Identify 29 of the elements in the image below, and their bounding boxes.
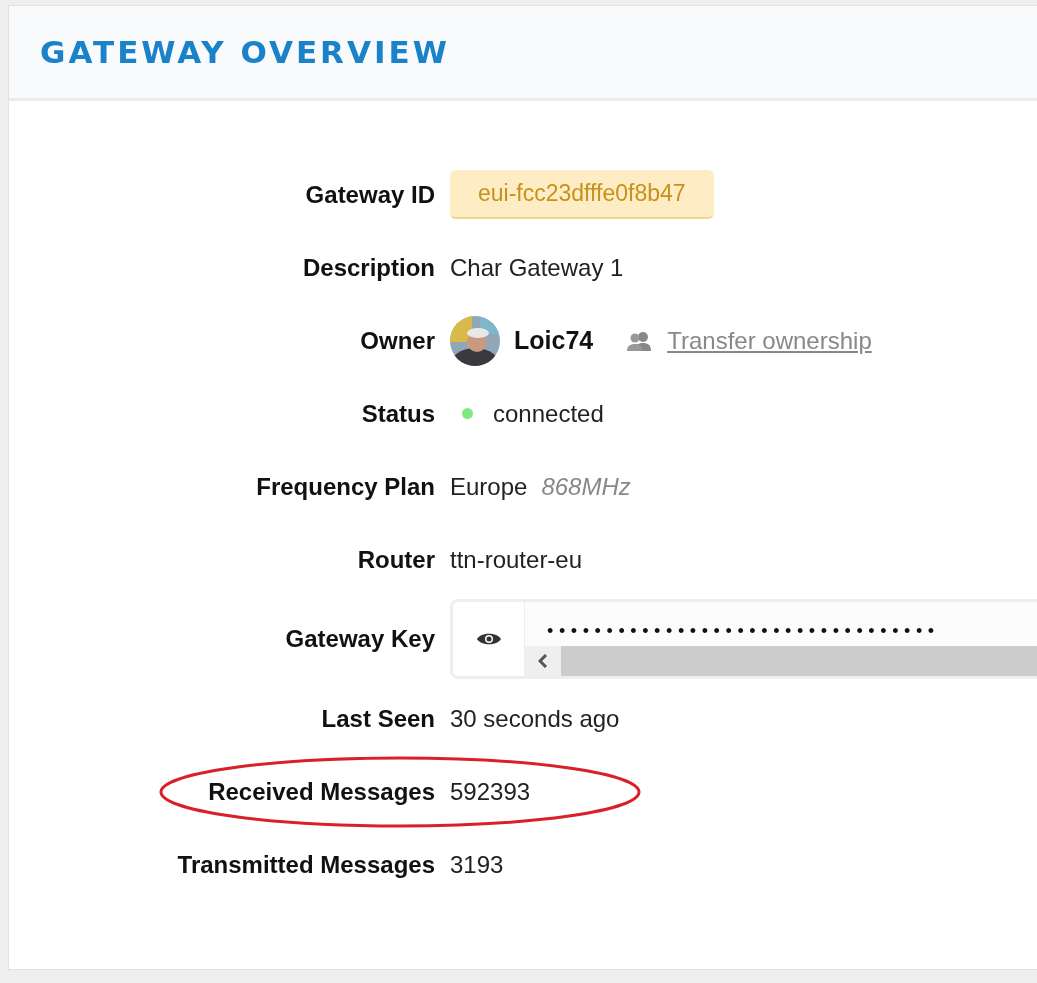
gateway-id-badge: eui-fcc23dfffe0f8b47 <box>450 170 714 219</box>
field-label: Received Messages <box>208 777 435 806</box>
owner-name: Loic74 <box>514 326 594 355</box>
field-value: ttn-router-eu <box>450 545 583 574</box>
status-text: connected <box>493 399 604 428</box>
field-label: Gateway ID <box>305 180 435 209</box>
field-label: Description <box>302 253 435 282</box>
field-value: 30 seconds ago <box>450 704 620 733</box>
horizontal-scrollbar[interactable] <box>525 646 1037 676</box>
masked-key: ••••••••••••••••••••••••••••••••• <box>525 602 1037 646</box>
field-label: Frequency Plan <box>256 472 435 501</box>
transfer-ownership-link[interactable]: Transfer ownership <box>667 326 872 355</box>
users-icon <box>627 330 654 351</box>
frequency-detail: 868MHz <box>541 472 631 501</box>
field-label: Owner <box>360 326 435 355</box>
field-label: Status <box>361 399 435 428</box>
field-label: Gateway Key <box>285 625 435 653</box>
frequency-region: Europe <box>450 472 528 501</box>
eye-icon <box>476 632 501 646</box>
field-label: Transmitted Messages <box>177 850 435 879</box>
field-label: Router <box>357 545 435 574</box>
field-label: Last Seen <box>321 704 435 733</box>
field-value: 3193 <box>450 850 504 879</box>
field-value: Char Gateway 1 <box>450 253 624 282</box>
field-value: 592393 <box>450 777 531 806</box>
gateway-key-field[interactable]: ••••••••••••••••••••••••••••••••• <box>450 599 1037 679</box>
card-title: GATEWAY OVERVIEW <box>40 34 450 70</box>
show-key-button[interactable] <box>453 602 525 676</box>
chevron-left-icon[interactable] <box>538 654 548 668</box>
